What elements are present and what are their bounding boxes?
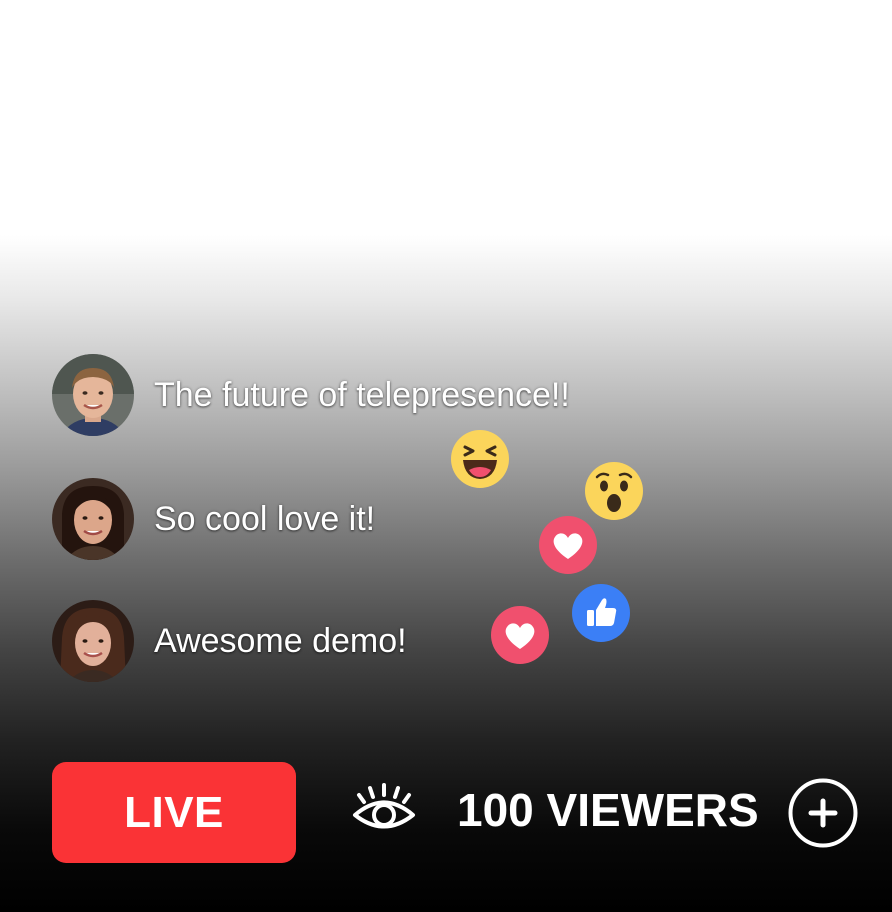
comment-text: So cool love it! (154, 499, 376, 538)
comment-item: Awesome demo! (52, 600, 407, 682)
love-reaction-icon (539, 516, 597, 574)
avatar-man-short-hair-icon (52, 354, 134, 436)
wow-reaction-icon (585, 462, 643, 520)
live-button-label: LIVE (124, 787, 224, 837)
comment-item: So cool love it! (52, 478, 375, 560)
avatar[interactable] (52, 478, 134, 560)
like-reaction-icon (572, 584, 630, 642)
add-button[interactable] (788, 778, 858, 848)
love-reaction-icon (491, 606, 549, 664)
comment-text: The future of telepresence!! (154, 375, 570, 414)
plus-circle-icon (788, 778, 858, 848)
comment-text: Awesome demo! (154, 621, 407, 660)
eye-icon (351, 782, 417, 836)
live-button[interactable]: LIVE (52, 762, 296, 863)
viewers-count: 100 VIEWERS (457, 784, 759, 836)
avatar[interactable] (52, 354, 134, 436)
avatar-woman-brown-hair-icon (52, 600, 134, 682)
haha-reaction-icon (451, 430, 509, 488)
comment-item: The future of telepresence!! (52, 354, 570, 436)
avatar-woman-dark-hair-icon (52, 478, 134, 560)
avatar[interactable] (52, 600, 134, 682)
